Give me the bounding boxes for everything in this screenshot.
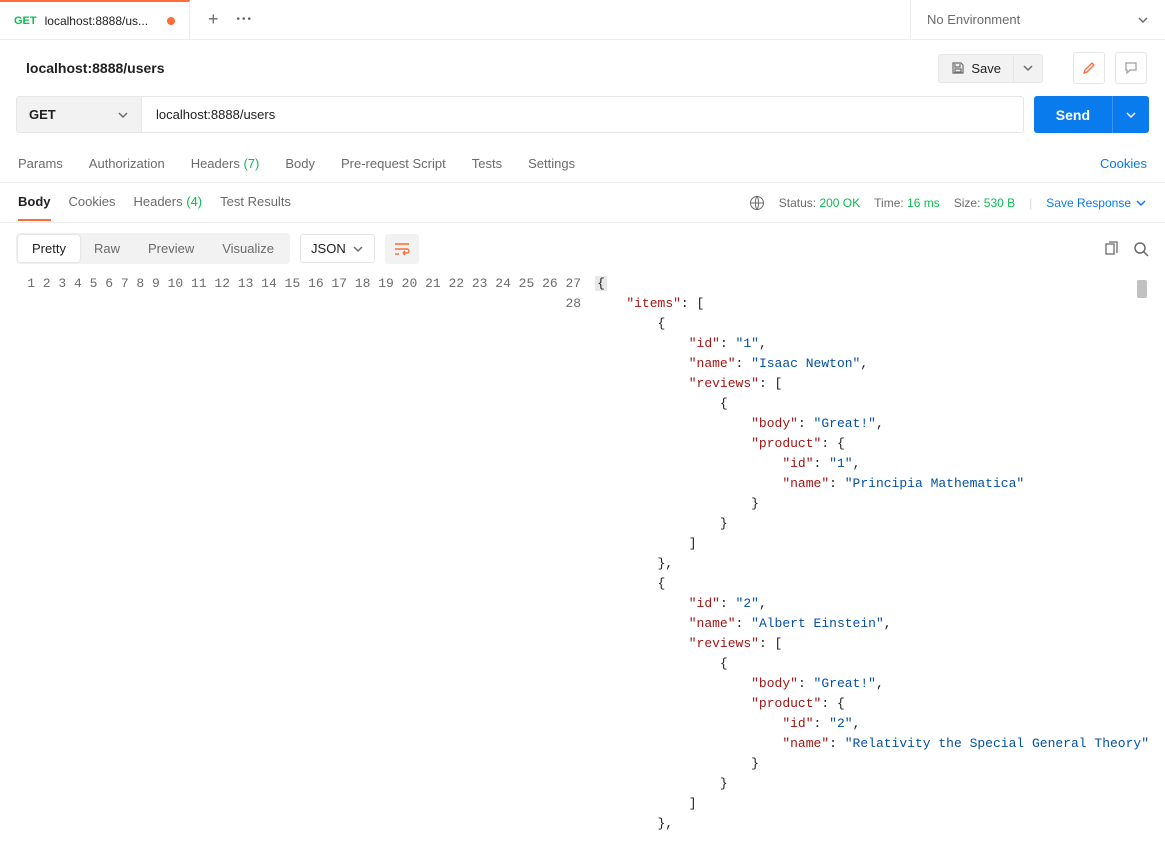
save-options-button[interactable] [1014, 54, 1043, 83]
response-tab-testresults[interactable]: Test Results [220, 184, 291, 221]
view-mode-pills: Pretty Raw Preview Visualize [16, 233, 290, 264]
view-controls: Pretty Raw Preview Visualize JSON [0, 223, 1165, 274]
save-label: Save [971, 61, 1001, 76]
send-button[interactable]: Send [1034, 96, 1112, 133]
view-pretty[interactable]: Pretty [18, 235, 80, 262]
tab-options-button[interactable]: ••• [237, 14, 254, 25]
request-line: GET localhost:8888/users Send [0, 96, 1165, 145]
tab-method: GET [14, 15, 37, 27]
environment-selector[interactable]: No Environment [910, 0, 1165, 39]
chevron-down-icon [1135, 197, 1147, 209]
request-title: localhost:8888/users [26, 60, 165, 76]
save-icon [951, 61, 965, 75]
copy-icon [1103, 241, 1119, 257]
wrap-lines-button[interactable] [385, 234, 419, 264]
new-tab-button[interactable]: + [208, 9, 219, 30]
response-tab-headers[interactable]: Headers (4) [133, 184, 202, 221]
chevron-down-icon [1125, 109, 1137, 121]
save-response-button[interactable]: Save Response [1046, 196, 1147, 210]
pencil-icon [1082, 61, 1096, 75]
view-raw[interactable]: Raw [80, 235, 134, 262]
wrap-icon [394, 242, 410, 256]
chevron-down-icon [352, 243, 364, 255]
cookies-link[interactable]: Cookies [1100, 156, 1147, 171]
search-button[interactable] [1133, 241, 1149, 257]
size-meta: Size: 530 B [954, 196, 1015, 210]
comment-icon [1124, 61, 1138, 75]
tab-prerequest[interactable]: Pre-request Script [341, 156, 446, 171]
view-visualize[interactable]: Visualize [208, 235, 288, 262]
send-options-button[interactable] [1112, 96, 1149, 133]
time-meta: Time: 16 ms [874, 196, 940, 210]
format-select[interactable]: JSON [300, 234, 375, 263]
method-select[interactable]: GET [17, 97, 142, 132]
environment-label: No Environment [927, 12, 1020, 27]
request-tabs: Params Authorization Headers (7) Body Pr… [0, 145, 1165, 183]
tab-bar: GET localhost:8888/us... + ••• No Enviro… [0, 0, 1165, 40]
chevron-down-icon [1137, 14, 1149, 26]
unsaved-indicator-icon [167, 17, 175, 25]
line-gutter: 1 2 3 4 5 6 7 8 9 10 11 12 13 14 15 16 1… [16, 274, 595, 834]
tab-settings[interactable]: Settings [528, 156, 575, 171]
status-meta: Status: 200 OK [779, 196, 860, 210]
copy-button[interactable] [1103, 241, 1119, 257]
chevron-down-icon [1022, 62, 1034, 74]
network-icon[interactable] [749, 195, 765, 211]
chevron-down-icon [117, 109, 129, 121]
tab-body[interactable]: Body [285, 156, 315, 171]
code-content[interactable]: { "items": [ { "id": "1", "name": "Isaac… [595, 274, 1149, 834]
comments-button[interactable] [1115, 52, 1147, 84]
tab-title: localhost:8888/us... [45, 14, 159, 28]
tab-authorization[interactable]: Authorization [89, 156, 165, 171]
view-preview[interactable]: Preview [134, 235, 208, 262]
method-value: GET [29, 107, 56, 122]
response-body: 1 2 3 4 5 6 7 8 9 10 11 12 13 14 15 16 1… [0, 274, 1165, 850]
search-icon [1133, 241, 1149, 257]
tab-tests[interactable]: Tests [472, 156, 502, 171]
scrollbar-thumb[interactable] [1137, 280, 1147, 298]
tab-headers[interactable]: Headers (7) [191, 156, 260, 171]
request-tab[interactable]: GET localhost:8888/us... [0, 0, 190, 39]
tab-params[interactable]: Params [18, 156, 63, 171]
edit-button[interactable] [1073, 52, 1105, 84]
response-tab-body[interactable]: Body [18, 184, 51, 221]
response-header: Body Cookies Headers (4) Test Results St… [0, 183, 1165, 223]
save-button[interactable]: Save [938, 54, 1014, 83]
response-tab-cookies[interactable]: Cookies [69, 184, 116, 221]
url-input[interactable]: localhost:8888/users [142, 97, 1023, 132]
title-row: localhost:8888/users Save [0, 40, 1165, 96]
